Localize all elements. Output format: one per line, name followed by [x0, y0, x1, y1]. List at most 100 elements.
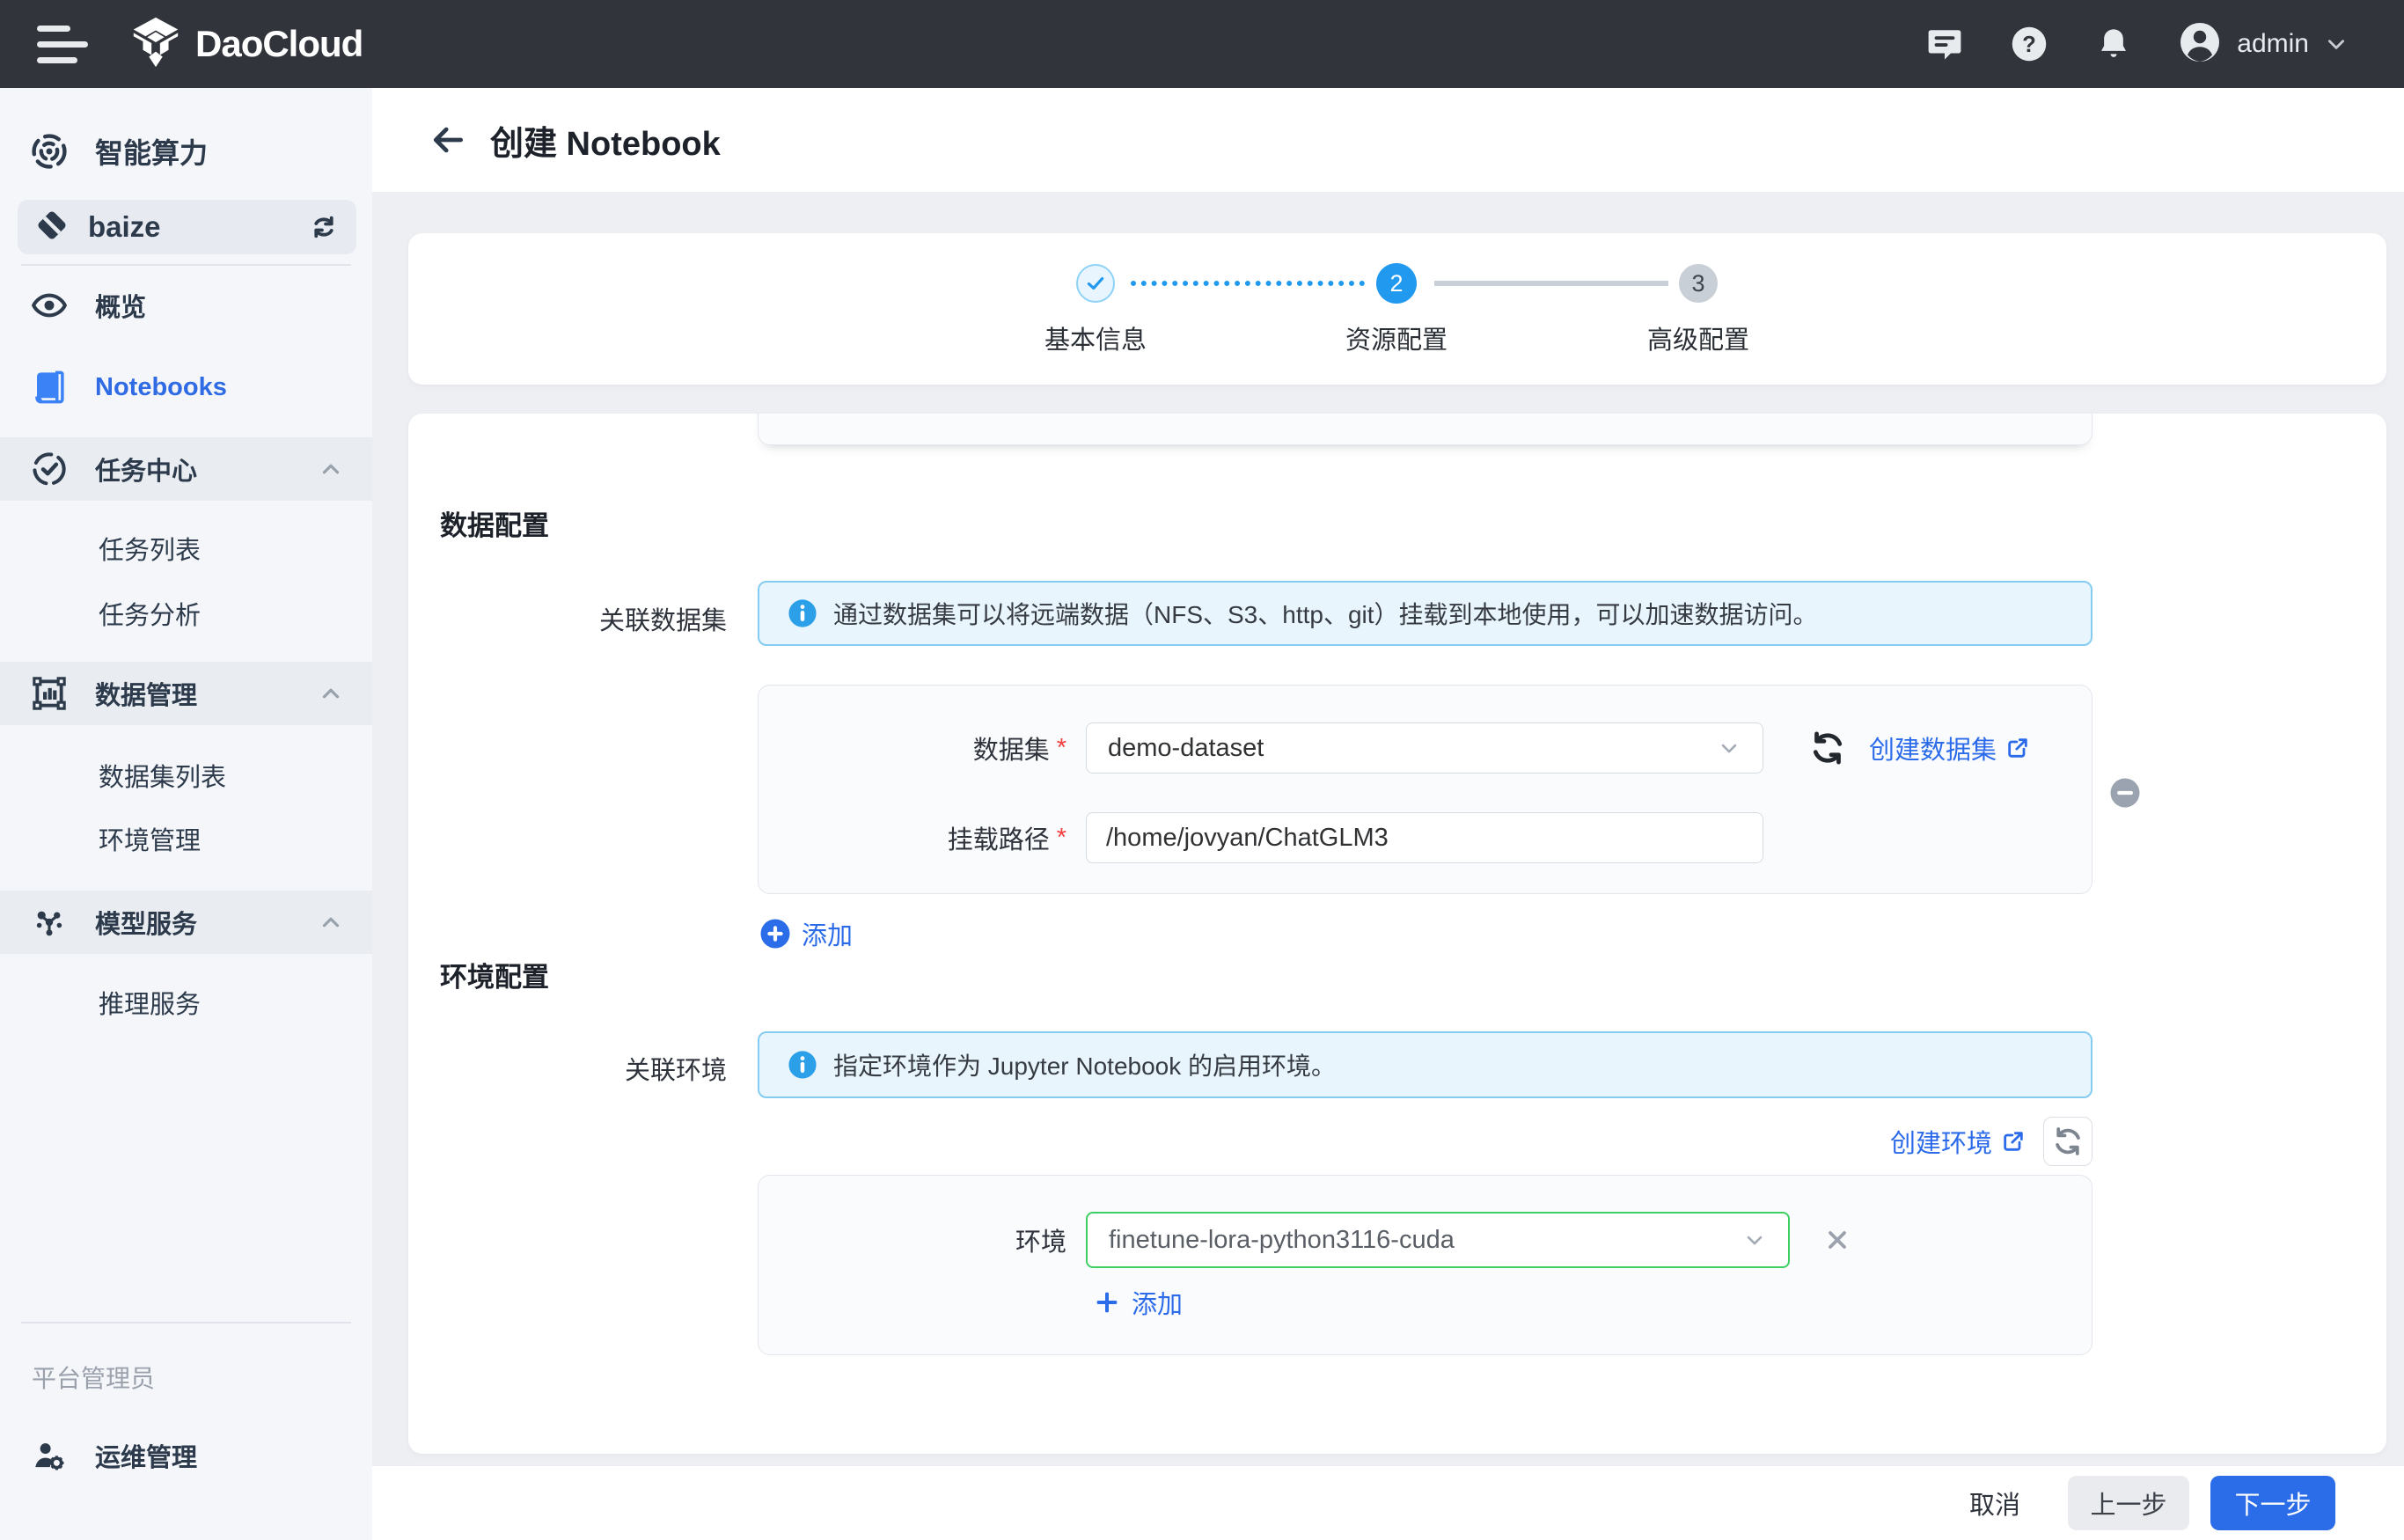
daocloud-logo-icon — [128, 15, 183, 74]
external-link-icon — [2001, 1129, 2026, 1154]
step-1-done-check-icon — [1076, 264, 1115, 303]
product-name: 智能算力 — [95, 131, 208, 172]
add-dataset-button[interactable]: 添加 — [759, 918, 853, 950]
sidebar-group-model-service[interactable]: 模型服务 — [0, 891, 372, 954]
sidebar-item-label: 运维管理 — [95, 1437, 197, 1474]
env-field-label: 环境 — [759, 1212, 1066, 1268]
chevron-down-icon — [1717, 736, 1741, 760]
bell-icon[interactable] — [2094, 25, 2133, 63]
data-management-icon — [30, 674, 69, 713]
topbar-actions: ? admin — [1925, 21, 2348, 68]
create-dataset-link[interactable]: 创建数据集 — [1869, 722, 2030, 774]
step-2-label: 资源配置 — [1308, 319, 1484, 356]
env-select[interactable]: finetune-lora-python3116-cuda — [1086, 1212, 1790, 1268]
next-step-button[interactable]: 下一步 — [2210, 1476, 2335, 1530]
previous-step-button[interactable]: 上一步 — [2068, 1476, 2189, 1530]
sidebar-item-label: 推理服务 — [99, 984, 201, 1021]
sidebar-group-label: 模型服务 — [95, 904, 197, 941]
step-2-circle: 2 — [1376, 263, 1417, 304]
sidebar-group-task-center[interactable]: 任务中心 — [0, 437, 372, 501]
step-3-circle: 3 — [1679, 264, 1718, 303]
sidebar-item-inference-service[interactable]: 推理服务 — [0, 971, 372, 1034]
menu-toggle-icon[interactable] — [37, 18, 99, 70]
sidebar-item-label: 任务分析 — [99, 595, 201, 632]
env-row-label: 关联环境 — [408, 1050, 727, 1087]
user-menu[interactable]: admin — [2179, 21, 2348, 68]
info-icon — [788, 598, 817, 628]
cancel-button[interactable]: 取消 — [1969, 1485, 2020, 1522]
env-config-title: 环境配置 — [440, 955, 549, 994]
sidebar-item-task-analysis[interactable]: 任务分析 — [0, 582, 372, 645]
sidebar-item-env-management[interactable]: 环境管理 — [0, 807, 372, 870]
refresh-icon — [2051, 1125, 2085, 1158]
sidebar-group-label: 数据管理 — [95, 675, 197, 712]
dataset-card: 数据集* demo-dataset 创建数据集 挂载路径* — [758, 685, 2093, 894]
plus-icon — [1093, 1288, 1121, 1316]
dataset-select[interactable]: demo-dataset — [1086, 722, 1763, 774]
info-icon — [788, 1050, 817, 1080]
chevron-up-icon[interactable] — [316, 907, 346, 937]
user-gear-icon — [30, 1436, 69, 1475]
sidebar-group-label: 任务中心 — [95, 451, 197, 488]
sidebar-item-dataset-list[interactable]: 数据集列表 — [0, 744, 372, 807]
form-card: 数据配置 关联数据集 通过数据集可以将远端数据（NFS、S3、http、git）… — [408, 414, 2386, 1454]
sidebar-group-data-management[interactable]: 数据管理 — [0, 662, 372, 725]
sidebar-item-label: Notebooks — [95, 373, 227, 402]
brand: DaoCloud — [128, 15, 363, 74]
mount-path-input[interactable] — [1086, 812, 1763, 863]
refresh-datasets-icon[interactable] — [1807, 728, 1848, 768]
sidebar-item-ops-management[interactable]: 运维管理 — [0, 1424, 372, 1487]
sidebar-item-label: 任务列表 — [99, 530, 201, 567]
baize-icon — [33, 207, 70, 248]
ai-compute-icon — [30, 132, 69, 171]
data-config-title: 数据配置 — [440, 503, 549, 543]
refresh-envs-button[interactable] — [2043, 1117, 2093, 1166]
env-banner-text: 指定环境作为 Jupyter Notebook 的启用环境。 — [833, 1047, 1336, 1082]
avatar — [2179, 21, 2221, 68]
step-1-label: 基本信息 — [1008, 319, 1184, 356]
chevron-up-icon[interactable] — [316, 454, 346, 484]
sidebar-product[interactable]: 智能算力 — [0, 123, 372, 180]
sidebar-section-platform-admin: 平台管理员 — [32, 1360, 155, 1395]
step-connector-solid — [1434, 281, 1668, 286]
sidebar-item-task-list[interactable]: 任务列表 — [0, 517, 372, 580]
env-select-value: finetune-lora-python3116-cuda — [1109, 1226, 1455, 1255]
divider — [21, 264, 351, 266]
sidebar-item-overview[interactable]: 概览 — [0, 274, 372, 337]
switch-workspace-icon[interactable] — [307, 210, 341, 244]
chat-icon[interactable] — [1925, 25, 1964, 63]
page-title: 创建 Notebook — [490, 116, 721, 165]
external-link-icon — [2005, 736, 2030, 760]
help-icon[interactable]: ? — [2010, 25, 2049, 63]
dataset-field-label: 数据集* — [759, 722, 1066, 774]
remove-dataset-icon[interactable] — [2109, 777, 2141, 809]
create-env-link[interactable]: 创建环境 — [1890, 1123, 2026, 1160]
dataset-row-label: 关联数据集 — [408, 600, 727, 637]
add-env-button[interactable]: 添加 — [1093, 1285, 1183, 1320]
chevron-up-icon[interactable] — [316, 678, 346, 708]
sidebar-item-notebooks[interactable]: Notebooks — [0, 356, 372, 419]
stepper: 2 3 基本信息 资源配置 高级配置 — [408, 233, 2386, 385]
page-header: 创建 Notebook — [372, 88, 2404, 192]
model-service-icon — [30, 903, 69, 942]
dataset-info-banner: 通过数据集可以将远端数据（NFS、S3、http、git）挂载到本地使用，可以加… — [758, 581, 2093, 646]
sidebar: 智能算力 baize 概览 Notebooks 任务中心 任务列表 — [0, 88, 372, 1540]
step-3-label: 高级配置 — [1610, 319, 1786, 356]
required-marker: * — [1057, 734, 1066, 763]
plus-circle-icon — [759, 918, 791, 950]
eye-icon — [30, 286, 69, 325]
sidebar-item-label: 数据集列表 — [99, 757, 226, 794]
workspace-selector[interactable]: baize — [18, 200, 356, 254]
back-arrow-icon[interactable] — [427, 119, 469, 161]
chevron-down-icon — [2325, 33, 2348, 55]
required-marker: * — [1057, 824, 1066, 853]
env-actions-row: 创建环境 — [758, 1117, 2093, 1166]
svg-text:?: ? — [2022, 33, 2036, 57]
env-card: 环境 finetune-lora-python3116-cuda 添加 — [758, 1175, 2093, 1355]
footer-actions: 取消 上一步 下一步 — [372, 1466, 2404, 1540]
add-dataset-label: 添加 — [802, 915, 853, 952]
clear-env-icon[interactable] — [1820, 1222, 1855, 1258]
dataset-select-value: demo-dataset — [1108, 734, 1264, 763]
main-content: 2 3 基本信息 资源配置 高级配置 数据配置 关联数据集 通过数据集可以将远端… — [372, 192, 2404, 1466]
dataset-banner-text: 通过数据集可以将远端数据（NFS、S3、http、git）挂载到本地使用，可以加… — [833, 596, 1818, 631]
